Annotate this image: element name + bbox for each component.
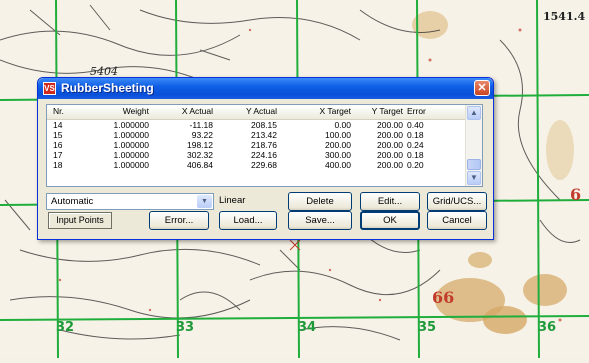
scrollbar-thumb[interactable] (467, 159, 481, 170)
method-select[interactable]: Automatic ▼ (46, 193, 214, 210)
cell-x-target: 0.00 (334, 120, 351, 130)
cell-y-actual: 229.68 (251, 160, 277, 170)
dialog-title: RubberSheeting (61, 81, 154, 95)
edit-button[interactable]: Edit... (360, 192, 420, 211)
cell-error: 0.20 (407, 160, 424, 170)
dialog-titlebar[interactable]: VS RubberSheeting ✕ (38, 78, 493, 99)
error-button[interactable]: Error... (149, 211, 209, 230)
cell-x-actual: 406.84 (187, 160, 213, 170)
cell-y-actual: 213.42 (251, 130, 277, 140)
save-button[interactable]: Save... (288, 211, 352, 230)
cell-y-actual: 218.76 (251, 140, 277, 150)
column-header-x-target[interactable]: X Target (279, 105, 351, 118)
cell-y-target: 200.00 (377, 150, 403, 160)
cell-x-target: 400.00 (325, 160, 351, 170)
cell-error: 0.24 (407, 140, 424, 150)
cell-nr: 14 (53, 120, 63, 130)
app-logo-icon: VS (43, 82, 56, 95)
cell-x-actual: -11.18 (189, 120, 213, 130)
cell-nr: 15 (53, 130, 63, 140)
scroll-up-button[interactable]: ▲ (467, 106, 481, 120)
grid-label-32: 32 (56, 320, 75, 335)
column-header-nr[interactable]: Nr. (53, 105, 83, 118)
cell-error: 0.18 (407, 130, 424, 140)
cell-nr: 18 (53, 160, 63, 170)
cell-y-target: 200.00 (377, 120, 403, 130)
map-red-label: 66 (432, 288, 455, 307)
column-header-y-actual[interactable]: Y Actual (215, 105, 277, 118)
cell-error: 0.40 (407, 120, 424, 130)
input-points-button[interactable]: Input Points (48, 212, 112, 229)
cell-x-actual: 93.22 (191, 130, 213, 140)
cell-y-actual: 224.16 (251, 150, 277, 160)
chevron-down-icon[interactable]: ▼ (197, 195, 212, 208)
table-row[interactable]: 18 1.000000 406.84 229.68 400.00 200.00 0.20 (47, 160, 467, 170)
grid-label-36: 36 (538, 320, 557, 335)
map-red-label-2: 6 (570, 185, 582, 204)
close-icon: ✕ (477, 82, 487, 94)
column-header-weight[interactable]: Weight (85, 105, 149, 118)
cell-y-target: 200.00 (377, 160, 403, 170)
table-row[interactable]: 15 1.000000 93.22 213.42 100.00 200.00 0.18 (47, 130, 467, 140)
cell-x-target: 100.00 (325, 130, 351, 140)
method-select-value: Automatic (51, 196, 94, 207)
cell-x-actual: 302.32 (187, 150, 213, 160)
load-button[interactable]: Load... (219, 211, 277, 230)
cell-nr: 16 (53, 140, 63, 150)
close-button[interactable]: ✕ (474, 80, 490, 96)
map-label-top-right: 1541.4 (543, 10, 586, 23)
column-header-x-actual[interactable]: X Actual (151, 105, 213, 118)
grid-ucs-button[interactable]: Grid/UCS... (427, 192, 487, 211)
cell-weight: 1.000000 (113, 120, 149, 130)
cell-x-target: 300.00 (325, 150, 351, 160)
cell-nr: 17 (53, 150, 63, 160)
cell-weight: 1.000000 (113, 130, 149, 140)
control-points-list[interactable]: Nr. Weight X Actual Y Actual X Target Y … (46, 104, 483, 187)
cell-y-target: 200.00 (377, 140, 403, 150)
cell-y-target: 200.00 (377, 130, 403, 140)
delete-button[interactable]: Delete (288, 192, 352, 211)
table-row[interactable]: 14 1.000000 -11.18 208.15 0.00 200.00 0.40 (47, 120, 467, 130)
cell-x-actual: 198.12 (187, 140, 213, 150)
table-row[interactable]: 16 1.000000 198.12 218.76 200.00 200.00 0.24 (47, 140, 467, 150)
chevron-up-icon: ▲ (470, 108, 478, 117)
cell-error: 0.18 (407, 150, 424, 160)
cell-weight: 1.000000 (113, 160, 149, 170)
list-header: Nr. Weight X Actual Y Actual X Target Y … (47, 105, 467, 120)
cell-weight: 1.000000 (113, 140, 149, 150)
grid-label-34: 34 (298, 320, 317, 335)
table-row[interactable]: 17 1.000000 302.32 224.16 300.00 200.00 0.18 (47, 150, 467, 160)
column-header-y-target[interactable]: Y Target (353, 105, 403, 118)
cancel-button[interactable]: Cancel (427, 211, 487, 230)
chevron-down-icon: ▼ (470, 173, 478, 182)
cell-x-target: 200.00 (325, 140, 351, 150)
column-header-error[interactable]: Error (407, 105, 455, 118)
linear-label: Linear (219, 195, 246, 206)
cell-y-actual: 208.15 (251, 120, 277, 130)
ok-button[interactable]: OK (360, 211, 420, 230)
cell-weight: 1.000000 (113, 150, 149, 160)
grid-label-35: 35 (418, 320, 437, 335)
scroll-down-button[interactable]: ▼ (467, 171, 481, 185)
rubbersheeting-dialog: VS RubberSheeting ✕ Nr. Weight X Actual … (37, 77, 494, 240)
list-scrollbar[interactable]: ▲ ▼ (465, 105, 482, 186)
grid-label-33: 33 (176, 320, 195, 335)
